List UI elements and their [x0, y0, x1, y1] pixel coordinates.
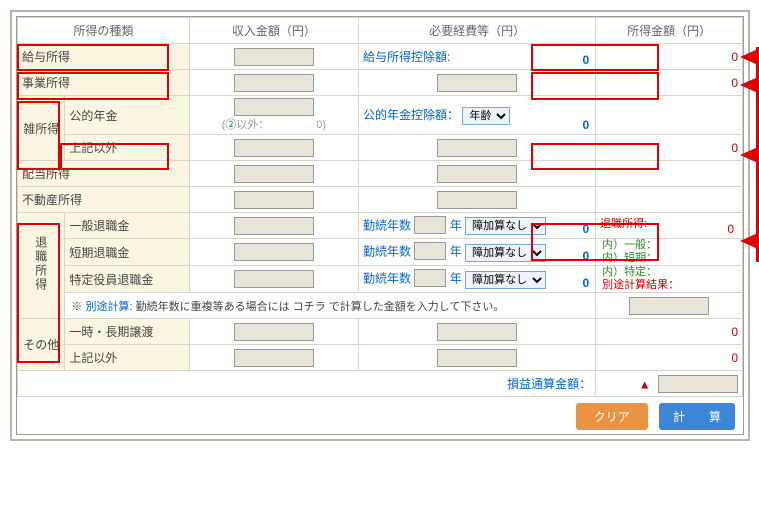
other-rest-expense-input[interactable] [437, 349, 517, 367]
pension-age-select[interactable]: 年齢 [462, 107, 510, 125]
misc-other-amount: 0 [731, 141, 738, 155]
row-retire-officer-label: 特定役員退職金 [65, 266, 189, 293]
realestate-expense-input[interactable] [437, 191, 517, 209]
retire-right-header: 退職所得: [600, 215, 647, 231]
retire-short-income-input[interactable] [234, 243, 314, 261]
retire-right-val: 0 [727, 222, 734, 236]
retire-short-add-select[interactable]: 障加算なし [465, 244, 546, 262]
retire-general-add-select[interactable]: 障加算なし [465, 217, 546, 235]
retire-note-prefix: ※ [71, 301, 85, 313]
other-transfer-amount: 0 [731, 325, 738, 339]
business-amount: 0 [731, 76, 738, 90]
other-rest-income-input[interactable] [234, 349, 314, 367]
retire-officer-right1: 内）特定： [602, 266, 657, 278]
calc-button[interactable]: 計 算 [659, 403, 735, 430]
header-amount: 所得金額（円） [596, 18, 743, 44]
retire-officer-years-label: 勤続年数 [363, 272, 411, 286]
row-retire-short-label: 短期退職金 [65, 239, 189, 266]
retire-officer-income-input[interactable] [234, 270, 314, 288]
salary-deduction-label: 給与所得控除額: [363, 50, 450, 64]
row-pension-label: 公的年金 [65, 96, 189, 135]
row-other-group: その他 [18, 319, 65, 371]
dividend-income-input[interactable] [234, 165, 314, 183]
retire-note-body: : 勤続年数に重複等ある場合には コチラ で計算した金額を入力して下さい。 [129, 301, 504, 313]
business-expense-input[interactable] [437, 74, 517, 92]
header-expense: 必要経費等（円） [359, 18, 596, 44]
row-realestate-label: 不動産所得 [18, 187, 190, 213]
row-misc-other-label: 上記以外 [65, 135, 189, 161]
misc-other-income-input[interactable] [234, 139, 314, 157]
retire-short-years-label: 勤続年数 [363, 245, 411, 259]
other-transfer-income-input[interactable] [234, 323, 314, 341]
retire-note-link[interactable]: 別途計算 [85, 301, 129, 313]
other-transfer-expense-input[interactable] [437, 323, 517, 341]
retire-officer-years-unit: 年 [450, 272, 462, 286]
row-salary-label: 給与所得 [18, 44, 190, 70]
sonshi-triangle: ▲ [639, 377, 651, 391]
misc-other-expense-input[interactable] [437, 139, 517, 157]
row-dividend-label: 配当所得 [18, 161, 190, 187]
salary-income-input[interactable] [234, 48, 314, 66]
salary-deduction-val: 0 [582, 53, 589, 67]
retire-short-years-input[interactable] [414, 242, 446, 260]
retire-short-right2: 内）短期： [602, 252, 657, 264]
row-misc-group: 雑所得 [18, 96, 65, 161]
retire-officer-right2: 別途計算結果： [602, 279, 679, 291]
dividend-expense-input[interactable] [437, 165, 517, 183]
row-business-label: 事業所得 [18, 70, 190, 96]
realestate-income-input[interactable] [234, 191, 314, 209]
row-other-transfer-label: 一時・長期譲渡 [65, 319, 189, 345]
retire-short-right1: 内）一般： [602, 239, 657, 251]
header-type: 所得の種類 [18, 18, 190, 44]
retire-general-years-label: 勤続年数 [363, 218, 411, 232]
retire-officer-add-select[interactable]: 障加算なし [465, 271, 546, 289]
retire-general-years-input[interactable] [414, 216, 446, 234]
retire-short-years-unit: 年 [450, 245, 462, 259]
other-rest-amount: 0 [731, 351, 738, 365]
header-income: 収入金額（円） [189, 18, 358, 44]
sonshi-label: 損益通算金額： [18, 371, 596, 397]
pension-sub: (②以外： 0) [222, 119, 326, 131]
sonshi-input[interactable] [658, 375, 738, 393]
retire-officer-years-input[interactable] [414, 269, 446, 287]
clear-button[interactable]: クリア [576, 403, 648, 430]
retire-general-income-input[interactable] [234, 217, 314, 235]
retire-short-val: 0 [582, 249, 589, 263]
retire-general-years-unit: 年 [450, 218, 462, 232]
row-retire-general-label: 一般退職金 [65, 213, 189, 239]
pension-deduction-label: 公的年金控除額： [363, 108, 459, 122]
row-retire-group: 退職所得 [18, 213, 65, 319]
salary-amount: 0 [731, 50, 738, 64]
pension-deduction-val: 0 [582, 118, 589, 132]
retire-extra-input[interactable] [629, 297, 709, 315]
pension-income-input[interactable] [234, 98, 314, 116]
business-income-input[interactable] [234, 74, 314, 92]
retire-general-val: 0 [582, 222, 589, 236]
row-other-rest-label: 上記以外 [65, 345, 189, 371]
retire-officer-val: 0 [582, 276, 589, 290]
